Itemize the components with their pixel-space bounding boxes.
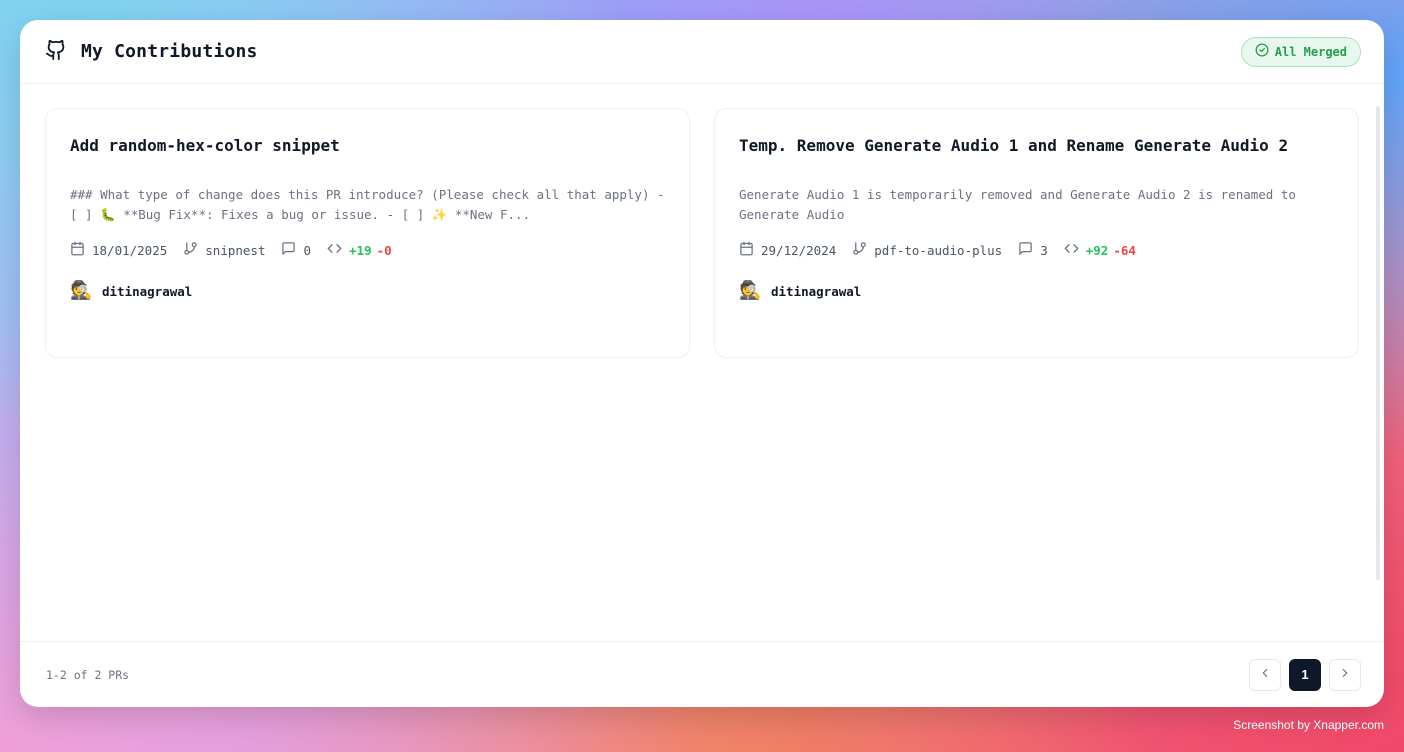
pr-list: Add random-hex-color snippet ### What ty… — [20, 84, 1384, 641]
pr-deletions: -64 — [1113, 242, 1136, 258]
git-branch-icon — [852, 241, 867, 259]
pr-deletions: -0 — [376, 242, 392, 258]
avatar: 🕵️ — [70, 280, 93, 301]
calendar-icon — [739, 241, 754, 259]
pr-comments: 3 — [1018, 241, 1048, 259]
author-name[interactable]: ditinagrawal — [102, 284, 192, 299]
pr-diff: +19 -0 — [327, 241, 392, 259]
pagination: 1 — [1249, 658, 1361, 691]
pagination-footer: 1-2 of 2 PRs 1 — [20, 641, 1384, 707]
brand: My Contributions — [45, 39, 258, 65]
pr-comment-count: 0 — [303, 242, 312, 258]
git-branch-icon — [183, 241, 198, 259]
header: My Contributions All Merged — [20, 20, 1384, 84]
status-badge: All Merged — [1240, 36, 1361, 67]
github-icon — [45, 39, 67, 65]
page-button-current[interactable]: 1 — [1289, 658, 1321, 691]
calendar-icon — [70, 241, 85, 259]
pr-description: ### What type of change does this PR int… — [70, 187, 665, 222]
pr-additions: +92 — [1085, 242, 1109, 258]
chevron-left-icon — [1258, 666, 1272, 683]
pr-repo: snipnest — [183, 241, 265, 259]
pr-author: 🕵️ ditinagrawal — [70, 279, 665, 303]
pr-date: 18/01/2025 — [70, 241, 167, 259]
pr-date: 29/12/2024 — [739, 241, 836, 259]
pr-meta: 18/01/2025 snipnest 0 +19 -0 — [70, 241, 665, 259]
contributions-window: My Contributions All Merged Add random-h… — [20, 20, 1384, 707]
pr-meta: 29/12/2024 pdf-to-audio-plus 3 +92 -64 — [739, 241, 1334, 259]
code-icon — [327, 241, 342, 259]
pr-card[interactable]: Temp. Remove Generate Audio 1 and Rename… — [714, 108, 1359, 358]
pr-description: Generate Audio 1 is temporarily removed … — [739, 187, 1296, 222]
pr-comments: 0 — [281, 241, 311, 259]
pr-title[interactable]: Temp. Remove Generate Audio 1 and Rename… — [739, 133, 1334, 159]
pr-comment-count: 3 — [1040, 242, 1048, 258]
check-circle-icon — [1255, 43, 1269, 60]
comment-icon — [281, 241, 296, 259]
pr-additions: +19 — [349, 242, 372, 258]
result-count: 1-2 of 2 PRs — [46, 667, 130, 682]
pr-repo-name[interactable]: pdf-to-audio-plus — [874, 243, 1002, 258]
prev-page-button[interactable] — [1249, 658, 1281, 691]
watermark: Screenshot by Xnapper.com — [1233, 718, 1384, 732]
pr-card[interactable]: Add random-hex-color snippet ### What ty… — [45, 108, 690, 358]
page-title: My Contributions — [81, 41, 258, 62]
author-name[interactable]: ditinagrawal — [771, 284, 861, 299]
pr-repo-name[interactable]: snipnest — [205, 243, 265, 258]
pr-diff: +92 -64 — [1064, 241, 1136, 259]
chevron-right-icon — [1338, 666, 1352, 683]
avatar: 🕵️ — [739, 280, 762, 301]
pr-author: 🕵️ ditinagrawal — [739, 279, 1334, 303]
pr-date-text: 29/12/2024 — [761, 242, 837, 258]
pr-date-text: 18/01/2025 — [92, 242, 168, 258]
pr-title[interactable]: Add random-hex-color snippet — [70, 133, 665, 159]
next-page-button[interactable] — [1329, 658, 1361, 691]
code-icon — [1064, 241, 1079, 259]
status-badge-label: All Merged — [1274, 44, 1347, 59]
scrollbar[interactable] — [1376, 106, 1380, 580]
pr-repo: pdf-to-audio-plus — [852, 241, 1002, 259]
comment-icon — [1018, 241, 1033, 259]
